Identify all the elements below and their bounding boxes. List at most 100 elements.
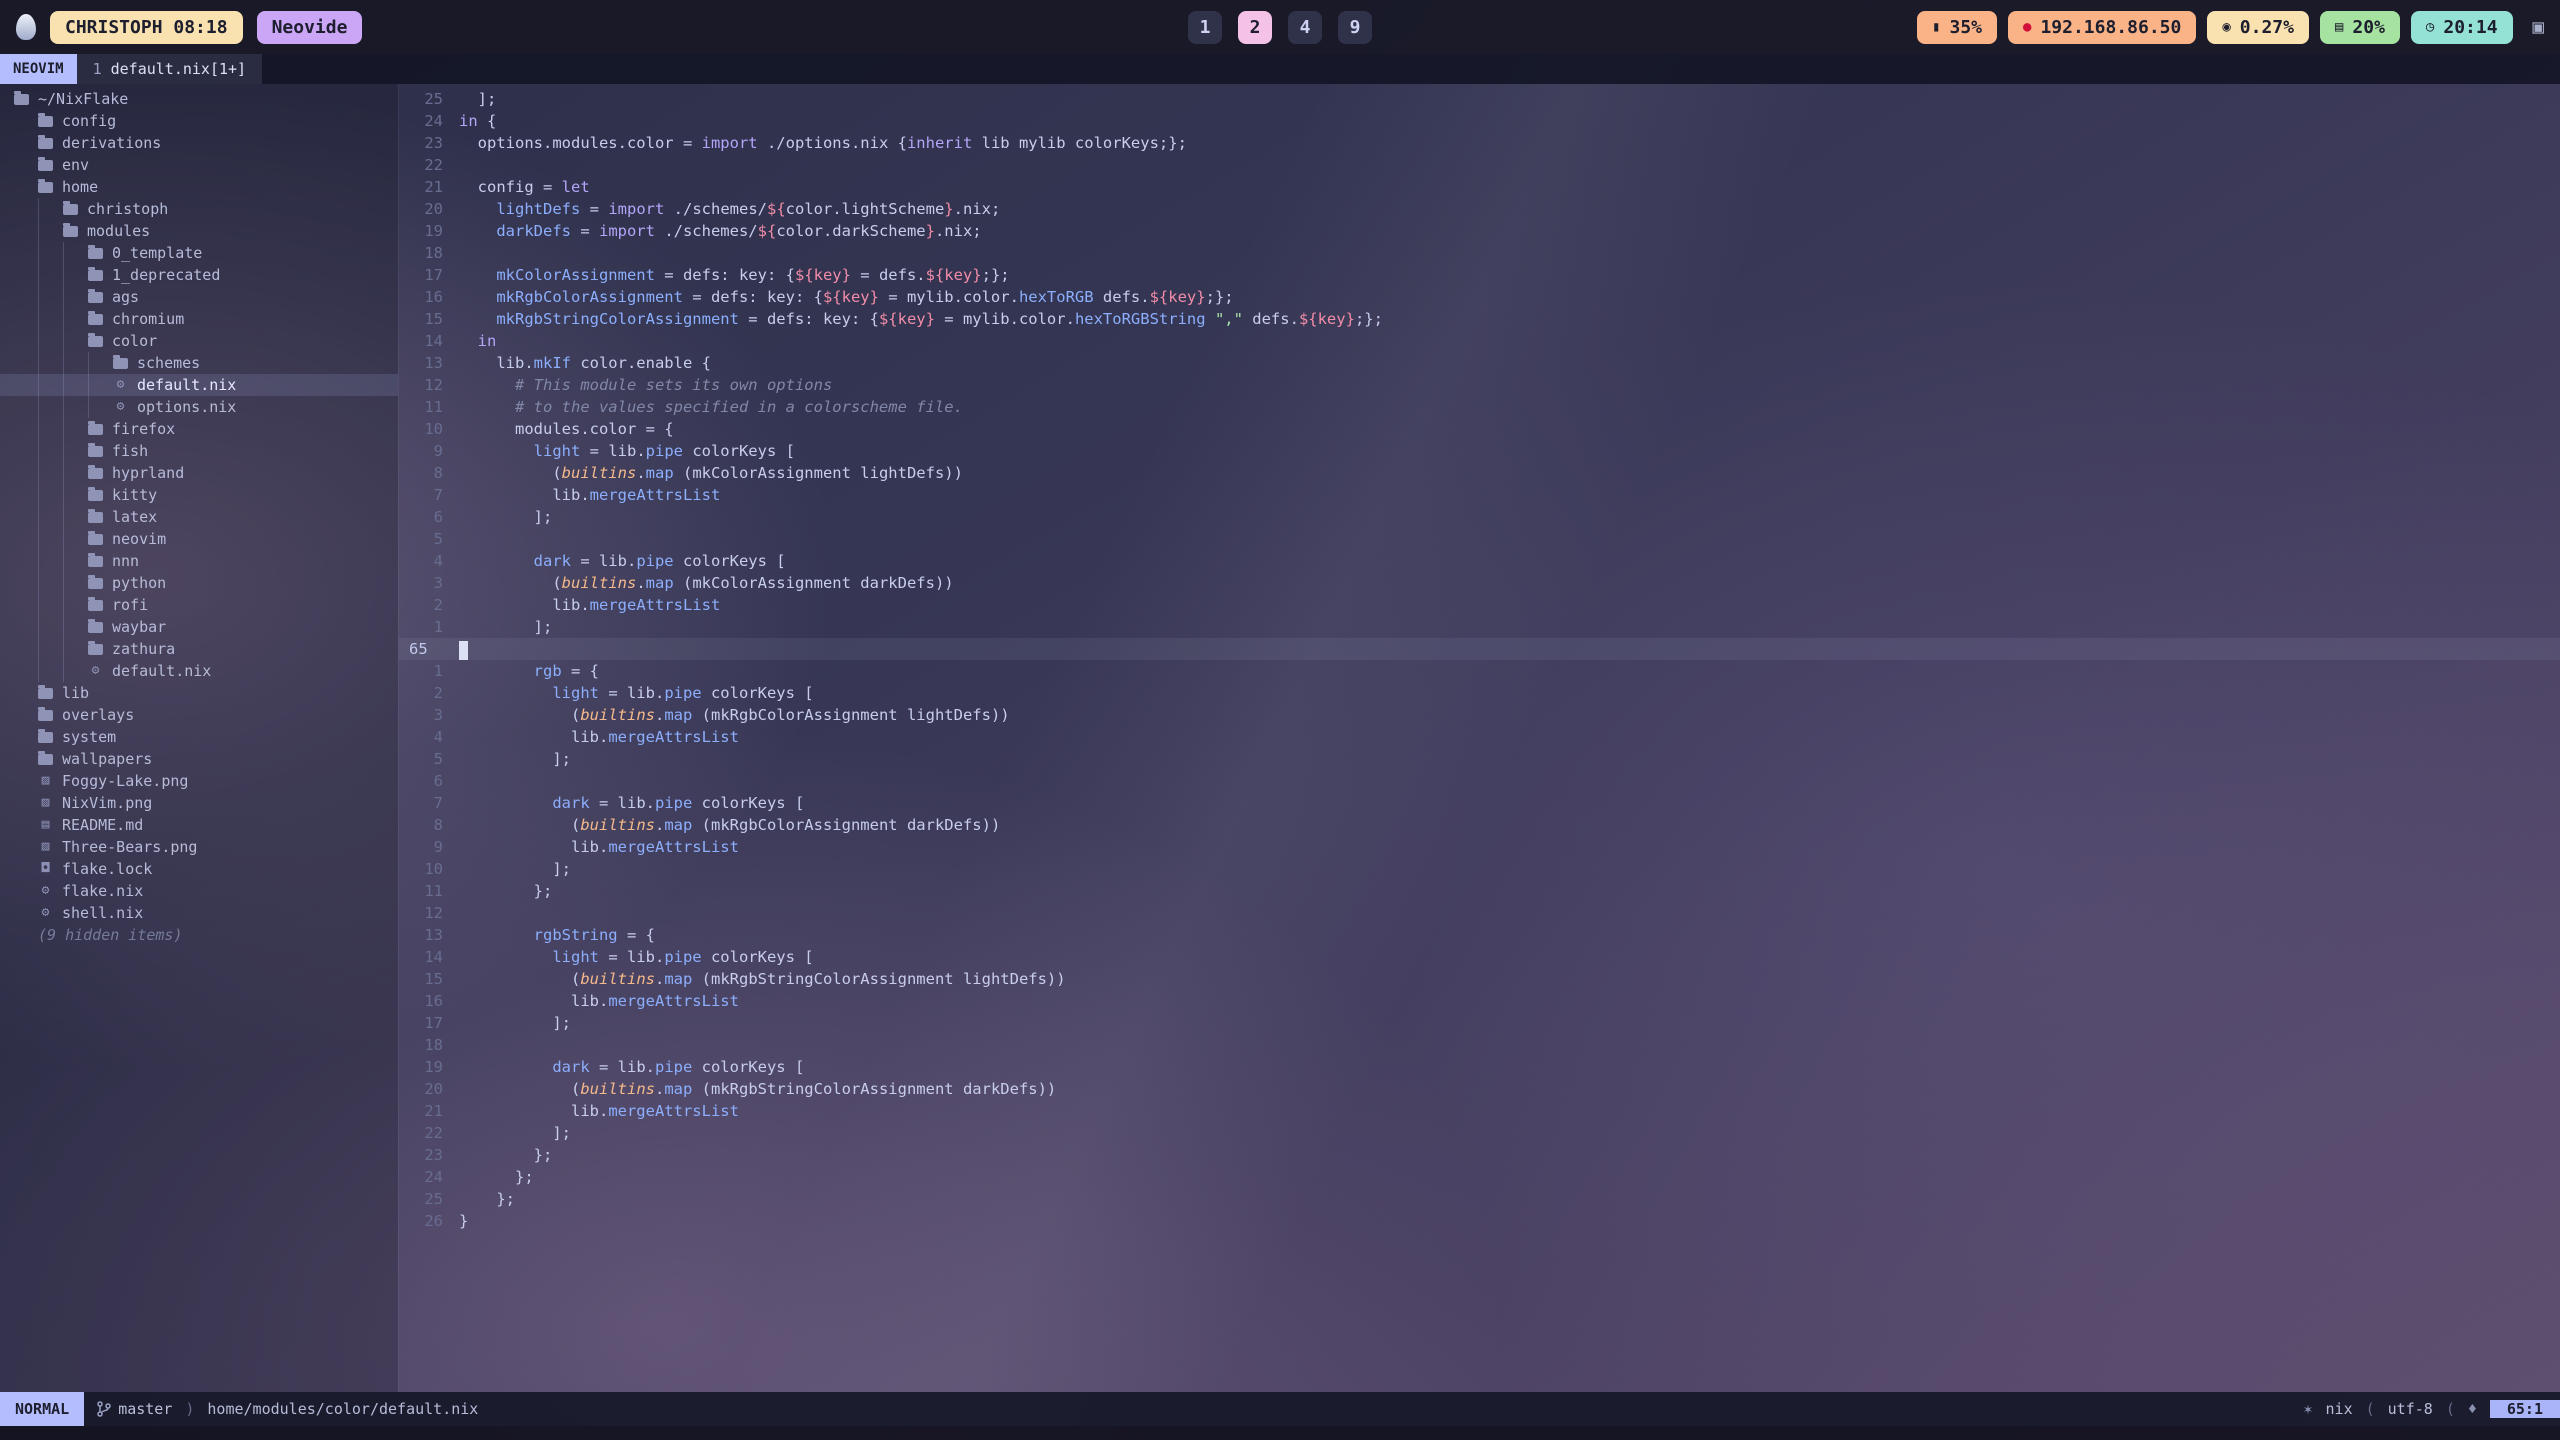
code-line[interactable]: 8 (builtins.map (mkRgbColorAssignment da… xyxy=(399,814,2560,836)
tree-item-default-nix[interactable]: ⚙default.nix xyxy=(0,374,398,396)
code-line[interactable]: 13 lib.mkIf color.enable { xyxy=(399,352,2560,374)
code-line[interactable]: 4 lib.mergeAttrsList xyxy=(399,726,2560,748)
code-line[interactable]: 17 ]; xyxy=(399,1012,2560,1034)
code-line[interactable]: 22 xyxy=(399,154,2560,176)
code-line[interactable]: 24in { xyxy=(399,110,2560,132)
tree-item-python[interactable]: python xyxy=(0,572,398,594)
tree-item-0-template[interactable]: 0_template xyxy=(0,242,398,264)
tree-item-rofi[interactable]: rofi xyxy=(0,594,398,616)
code-line[interactable]: 16 lib.mergeAttrsList xyxy=(399,990,2560,1012)
tree-item-readme-md[interactable]: ▤README.md xyxy=(0,814,398,836)
tree-item-nnn[interactable]: nnn xyxy=(0,550,398,572)
code-line[interactable]: 26} xyxy=(399,1210,2560,1232)
code-line[interactable]: 6 xyxy=(399,770,2560,792)
code-line[interactable]: 13 rgbString = { xyxy=(399,924,2560,946)
code-line[interactable]: 25 }; xyxy=(399,1188,2560,1210)
code-line[interactable]: 9 lib.mergeAttrsList xyxy=(399,836,2560,858)
tree-item-zathura[interactable]: zathura xyxy=(0,638,398,660)
code-line[interactable]: 17 mkColorAssignment = defs: key: {${key… xyxy=(399,264,2560,286)
tree-item-default-nix[interactable]: ⚙default.nix xyxy=(0,660,398,682)
tree-item-nixvim-png[interactable]: ▨NixVim.png xyxy=(0,792,398,814)
tree-item-home[interactable]: home xyxy=(0,176,398,198)
module-battery[interactable]: ▮35% xyxy=(1917,11,1997,44)
code-line[interactable]: 2 light = lib.pipe colorKeys [ xyxy=(399,682,2560,704)
tree-item-chromium[interactable]: chromium xyxy=(0,308,398,330)
code-line[interactable]: 5 xyxy=(399,528,2560,550)
tree-item-firefox[interactable]: firefox xyxy=(0,418,398,440)
tree-item-nixflake[interactable]: ~/NixFlake xyxy=(0,88,398,110)
module-network[interactable]: ●192.168.86.50 xyxy=(2008,11,2196,44)
tree-item-9-hidden-items[interactable]: (9 hidden items) xyxy=(0,924,398,946)
command-line[interactable] xyxy=(0,1426,2560,1440)
code-line[interactable]: 19 dark = lib.pipe colorKeys [ xyxy=(399,1056,2560,1078)
code-line[interactable]: 7 lib.mergeAttrsList xyxy=(399,484,2560,506)
tree-item-overlays[interactable]: overlays xyxy=(0,704,398,726)
code-line[interactable]: 3 (builtins.map (mkRgbColorAssignment li… xyxy=(399,704,2560,726)
tree-item-ags[interactable]: ags xyxy=(0,286,398,308)
tree-item-foggy-lake-png[interactable]: ▨Foggy-Lake.png xyxy=(0,770,398,792)
tree-item-derivations[interactable]: derivations xyxy=(0,132,398,154)
tree-item-modules[interactable]: modules xyxy=(0,220,398,242)
code-line[interactable]: 7 dark = lib.pipe colorKeys [ xyxy=(399,792,2560,814)
code-line[interactable]: 16 mkRgbColorAssignment = defs: key: {${… xyxy=(399,286,2560,308)
code-line[interactable]: 6 ]; xyxy=(399,506,2560,528)
workspace-9[interactable]: 9 xyxy=(1338,11,1372,44)
code-line[interactable]: 12 # This module sets its own options xyxy=(399,374,2560,396)
tree-item-lib[interactable]: lib xyxy=(0,682,398,704)
code-line[interactable]: 18 xyxy=(399,1034,2560,1056)
code-line[interactable]: 14 light = lib.pipe colorKeys [ xyxy=(399,946,2560,968)
code-line[interactable]: 14 in xyxy=(399,330,2560,352)
code-line[interactable]: 65 xyxy=(399,638,2560,660)
workspace-1[interactable]: 1 xyxy=(1188,11,1222,44)
tree-item-shell-nix[interactable]: ⚙shell.nix xyxy=(0,902,398,924)
tree-item-flake-lock[interactable]: ◘flake.lock xyxy=(0,858,398,880)
tree-item-env[interactable]: env xyxy=(0,154,398,176)
code-line[interactable]: 25 ]; xyxy=(399,88,2560,110)
git-branch[interactable]: master xyxy=(97,1400,172,1418)
code-line[interactable]: 19 darkDefs = import ./schemes/${color.d… xyxy=(399,220,2560,242)
tree-item-hyprland[interactable]: hyprland xyxy=(0,462,398,484)
code-line[interactable]: 21 config = let xyxy=(399,176,2560,198)
code-line[interactable]: 24 }; xyxy=(399,1166,2560,1188)
code-line[interactable]: 18 xyxy=(399,242,2560,264)
code-line[interactable]: 20 lightDefs = import ./schemes/${color.… xyxy=(399,198,2560,220)
code-line[interactable]: 22 ]; xyxy=(399,1122,2560,1144)
tree-item-wallpapers[interactable]: wallpapers xyxy=(0,748,398,770)
code-line[interactable]: 12 xyxy=(399,902,2560,924)
code-line[interactable]: 11 # to the values specified in a colors… xyxy=(399,396,2560,418)
code-line[interactable]: 10 ]; xyxy=(399,858,2560,880)
tree-item-1-deprecated[interactable]: 1_deprecated xyxy=(0,264,398,286)
tree-item-schemes[interactable]: schemes xyxy=(0,352,398,374)
code-line[interactable]: 4 dark = lib.pipe colorKeys [ xyxy=(399,550,2560,572)
code-line[interactable]: 11 }; xyxy=(399,880,2560,902)
tree-item-system[interactable]: system xyxy=(0,726,398,748)
workspace-2[interactable]: 2 xyxy=(1238,11,1272,44)
code-line[interactable]: 1 ]; xyxy=(399,616,2560,638)
tree-item-neovim[interactable]: neovim xyxy=(0,528,398,550)
tray-icon[interactable]: ▣ xyxy=(2533,16,2544,38)
tree-item-three-bears-png[interactable]: ▨Three-Bears.png xyxy=(0,836,398,858)
tree-item-waybar[interactable]: waybar xyxy=(0,616,398,638)
code-line[interactable]: 23 options.modules.color = import ./opti… xyxy=(399,132,2560,154)
code-line[interactable]: 3 (builtins.map (mkColorAssignment darkD… xyxy=(399,572,2560,594)
code-line[interactable]: 9 light = lib.pipe colorKeys [ xyxy=(399,440,2560,462)
code-line[interactable]: 21 lib.mergeAttrsList xyxy=(399,1100,2560,1122)
tree-item-kitty[interactable]: kitty xyxy=(0,484,398,506)
editor[interactable]: 25 ];24in {23 options.modules.color = im… xyxy=(398,84,2560,1392)
code-line[interactable]: 10 modules.color = { xyxy=(399,418,2560,440)
tree-item-christoph[interactable]: christoph xyxy=(0,198,398,220)
module-clock[interactable]: ◷20:14 xyxy=(2411,11,2513,44)
tree-item-config[interactable]: config xyxy=(0,110,398,132)
tree-item-fish[interactable]: fish xyxy=(0,440,398,462)
workspace-4[interactable]: 4 xyxy=(1288,11,1322,44)
tree-item-latex[interactable]: latex xyxy=(0,506,398,528)
code-line[interactable]: 23 }; xyxy=(399,1144,2560,1166)
code-line[interactable]: 5 ]; xyxy=(399,748,2560,770)
module-cpu[interactable]: ◉0.27% xyxy=(2207,11,2309,44)
tab-default-nix[interactable]: 1 default.nix[1+] xyxy=(77,54,263,84)
code-line[interactable]: 20 (builtins.map (mkRgbStringColorAssign… xyxy=(399,1078,2560,1100)
code-line[interactable]: 2 lib.mergeAttrsList xyxy=(399,594,2560,616)
tree-item-options-nix[interactable]: ⚙options.nix xyxy=(0,396,398,418)
tree-item-flake-nix[interactable]: ⚙flake.nix xyxy=(0,880,398,902)
code-line[interactable]: 15 (builtins.map (mkRgbStringColorAssign… xyxy=(399,968,2560,990)
